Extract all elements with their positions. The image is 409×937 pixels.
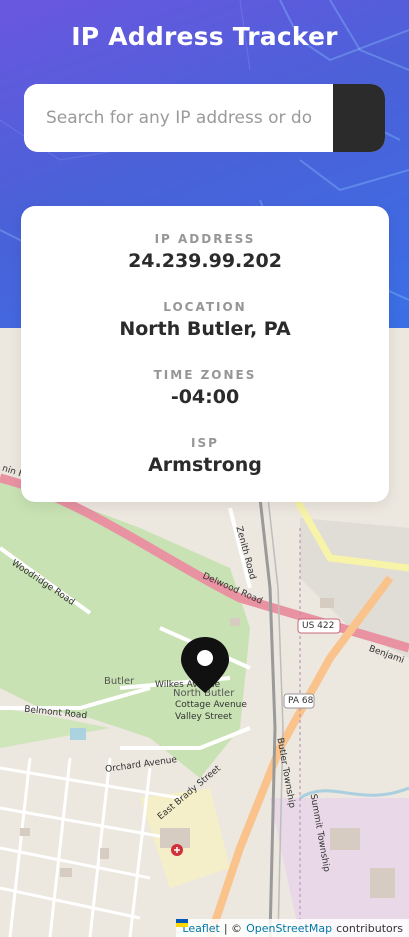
timezone-label: TIME ZONES [153,368,257,382]
isp-section: ISP Armstrong [21,436,389,476]
chevron-right-icon [25,84,35,98]
map-label-valley: Valley Street [175,712,233,722]
ip-info-card: IP ADDRESS 24.239.99.202 LOCATION North … [21,206,389,502]
ip-address-value: 24.239.99.202 [128,250,282,272]
timezone-section: TIME ZONES -04:00 [21,368,389,408]
isp-value: Armstrong [148,454,262,476]
map-attribution: Leaflet | © OpenStreetMap contributors [176,919,409,937]
map-label-us422: US 422 [302,621,335,631]
timezone-value: -04:00 [170,386,240,408]
search-bar [24,84,385,152]
location-value: North Butler, PA [119,318,291,340]
map-label-pa68: PA 68 [288,696,314,706]
ip-address-label: IP ADDRESS [154,232,256,246]
location-section: LOCATION North Butler, PA [21,300,389,340]
osm-link[interactable]: OpenStreetMap [246,922,332,935]
search-input[interactable] [24,84,333,152]
isp-label: ISP [191,436,219,450]
attribution-separator: | © [223,921,243,935]
page-title: IP Address Tracker [71,22,338,51]
flag-icon [176,919,189,927]
ip-address-section: IP ADDRESS 24.239.99.202 [21,232,389,272]
search-submit-button[interactable] [25,84,385,152]
attribution-contributors: contributors [336,921,403,935]
map-label-butler: Butler [104,676,135,687]
map-label-cottage: Cottage Avenue [175,700,247,710]
location-pin-icon[interactable] [180,636,230,698]
location-label: LOCATION [163,300,247,314]
